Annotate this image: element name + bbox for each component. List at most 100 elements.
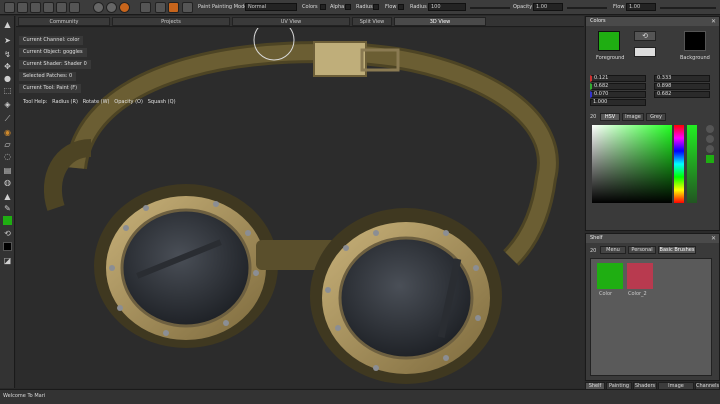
shelf-swatch-color-label: Color (599, 291, 613, 297)
eraser-icon[interactable]: ▱ (3, 140, 12, 149)
radius-slider[interactable] (470, 7, 510, 9)
camera-tool-icon[interactable] (56, 2, 67, 13)
paint-sphere-icon[interactable] (119, 2, 130, 13)
tab-3d-view[interactable]: 3D View (394, 17, 486, 26)
tab-grey[interactable]: Grey (646, 113, 666, 121)
hue-slider[interactable] (674, 125, 684, 203)
flow-toggle-label: Flow (385, 4, 397, 10)
tab-split-view[interactable]: Split View (352, 17, 392, 26)
tab-menu[interactable]: Menu (600, 246, 626, 254)
scale-tool-icon[interactable] (43, 2, 54, 13)
tool-help-radius: Radius (R) (52, 99, 78, 105)
radius-checkbox[interactable] (373, 4, 379, 10)
shaded-sphere-icon[interactable] (106, 2, 117, 13)
colors-checkbox[interactable] (320, 4, 326, 10)
left-tool-bar: ▲ ➤ ↯ ✥ ● ⬚ ◈ ⟋ ◉ ▱ ◌ ▤ ◍ ▲ ✎ ⟲ ◪ (0, 16, 15, 388)
select-arrow-icon[interactable]: ➤ (3, 36, 12, 45)
picker-option-icon[interactable] (706, 145, 714, 153)
flow-label: Flow (613, 4, 625, 10)
opacity-label: Opacity (513, 4, 533, 10)
background-swatch[interactable] (684, 31, 706, 51)
select-tool-icon[interactable] (4, 2, 15, 13)
hud-selected-patches: Selected Patches: 0 (19, 72, 77, 81)
foreground-color-icon[interactable] (3, 216, 12, 225)
saturation-value-field[interactable]: 0.898 (654, 83, 710, 90)
tool-help-label: Tool Help: (23, 99, 48, 105)
shelf-panel-title: Shelf (586, 234, 719, 243)
layer-tool-icon[interactable] (140, 2, 151, 13)
shelf-swatch-color-2[interactable] (627, 263, 653, 289)
transform-icon[interactable]: ⬚ (3, 86, 12, 95)
brush-settings-icon[interactable] (155, 2, 166, 13)
background-color-icon[interactable] (3, 242, 12, 251)
pencil-icon[interactable]: ✎ (3, 204, 12, 213)
close-icon[interactable]: ✕ (711, 17, 716, 26)
radius-label: Radius (410, 4, 427, 10)
lasso-icon[interactable]: ↯ (3, 50, 12, 59)
reset-icon[interactable] (634, 47, 656, 57)
sphere-icon[interactable] (93, 2, 104, 13)
blue-value-field[interactable]: 0.070 (590, 91, 646, 98)
foreground-swatch[interactable] (598, 31, 620, 51)
rotate-tool-icon[interactable] (30, 2, 41, 13)
value-value-field[interactable]: 0.682 (654, 91, 710, 98)
picker-option-icon[interactable] (706, 135, 714, 143)
status-message: Welcome To Mari (3, 393, 46, 399)
tab-community[interactable]: Community (18, 17, 110, 26)
status-bar: Welcome To Mari (0, 389, 720, 404)
background-label: Background (680, 55, 710, 61)
hud-current-object: Current Object: goggles (19, 48, 87, 57)
picker-option-icon[interactable] (706, 125, 714, 133)
foreground-label: Foreground (596, 55, 625, 61)
shelf-swatch-color[interactable] (597, 263, 623, 289)
paint-through-icon[interactable] (168, 2, 179, 13)
radius-input[interactable]: 100 (428, 3, 466, 11)
gradient-icon[interactable]: ▤ (3, 166, 12, 175)
tab-hsv[interactable]: HSV (600, 113, 620, 121)
stamp-tool-icon[interactable] (182, 2, 193, 13)
red-value-field[interactable]: 0.121 (590, 75, 646, 82)
warning-alt-icon[interactable]: ▲ (3, 192, 12, 201)
blur-icon[interactable]: ◌ (3, 152, 12, 161)
flow-checkbox[interactable] (398, 4, 404, 10)
view-tool-icon[interactable] (69, 2, 80, 13)
transform-tool-icon[interactable] (17, 2, 28, 13)
paint-brush-icon[interactable]: ◉ (3, 128, 12, 137)
saturation-value-picker[interactable] (592, 125, 672, 203)
goggles-model (43, 28, 559, 384)
flow-slider[interactable] (660, 7, 716, 9)
tab-personal[interactable]: Personal (628, 246, 656, 254)
tool-help-opacity: Opacity (O) (114, 99, 143, 105)
tab-uv-view[interactable]: UV View (232, 17, 350, 26)
tab-projects[interactable]: Projects (112, 17, 230, 26)
hue-value-field[interactable]: 0.333 (654, 75, 710, 82)
alpha-checkbox[interactable] (345, 4, 351, 10)
3d-viewport[interactable]: Current Channel: color Current Object: g… (16, 28, 584, 388)
swap-icon[interactable]: ⟲ (634, 31, 656, 41)
shelf-swatch-color-2-label: Color_2 (628, 291, 647, 297)
shelf-content: Color Color_2 (590, 258, 712, 376)
eyedropper-icon[interactable]: ⟋ (3, 114, 12, 123)
current-color-icon (706, 155, 714, 163)
painting-mode-select[interactable]: Normal (245, 3, 297, 11)
clone-icon[interactable]: ◍ (3, 178, 12, 187)
tool-help-bar: Tool Help: Radius (R) Rotate (W) Opacity… (19, 98, 180, 107)
alpha-value-field[interactable]: 1.000 (590, 99, 646, 106)
green-value-field[interactable]: 0.682 (590, 83, 646, 90)
alpha-slider[interactable] (687, 125, 697, 203)
colors-panel-title: Colors (586, 17, 719, 26)
patch-icon[interactable]: ◈ (3, 100, 12, 109)
tab-image[interactable]: Image (622, 113, 644, 121)
view-tabs: Community Projects UV View Split View 3D… (16, 16, 584, 27)
move-icon[interactable]: ✥ (3, 62, 12, 71)
close-icon[interactable]: ✕ (711, 234, 716, 243)
drop-icon[interactable]: ● (3, 74, 12, 83)
swap-colors-icon[interactable]: ⟲ (3, 229, 12, 238)
warning-icon[interactable]: ▲ (3, 20, 12, 29)
reset-colors-icon[interactable]: ◪ (3, 256, 12, 265)
flow-input[interactable]: 1.00 (626, 3, 656, 11)
opacity-input[interactable]: 1.00 (533, 3, 563, 11)
opacity-slider[interactable] (567, 7, 607, 9)
tab-basic-brushes[interactable]: Basic Brushes (658, 246, 696, 254)
main-toolbar: Paint Painting Mode: Normal Colors Alpha… (0, 0, 720, 15)
